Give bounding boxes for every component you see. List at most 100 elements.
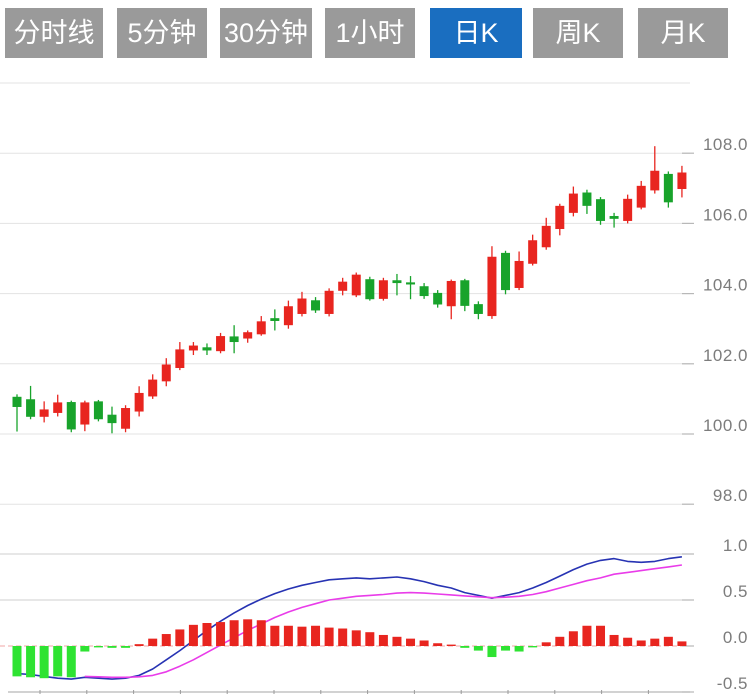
candle-body [243, 332, 252, 338]
macd-bar [582, 626, 591, 646]
candle-body [67, 402, 76, 429]
candle-body [230, 336, 239, 342]
candle-body [596, 199, 605, 221]
candle-body [26, 399, 35, 417]
price-axis-label: 98.0 [713, 486, 748, 505]
candle-body [528, 240, 537, 264]
candle-body [121, 408, 130, 429]
macd-bar [80, 646, 89, 652]
price-axis-label: 102.0 [703, 346, 748, 365]
macd-bar [94, 646, 103, 647]
macd-bar [501, 646, 510, 651]
macd-panel: 1.00.50.0-0.5 [0, 536, 748, 694]
candle-body [487, 257, 496, 316]
macd-bar [175, 629, 184, 646]
macd-bar [474, 646, 483, 651]
candle-body [392, 280, 401, 283]
candle-body [13, 397, 22, 407]
macd-bar [189, 625, 198, 646]
macd-bar [53, 646, 62, 676]
macd-bar [650, 639, 659, 646]
candle-body [582, 193, 591, 206]
candle-body [135, 393, 144, 412]
macd-bar [420, 640, 429, 646]
macd-bar [13, 646, 22, 676]
chart-canvas[interactable]: 108.0106.0104.0102.0100.098.01.00.50.0-0… [0, 0, 755, 694]
candle-body [162, 365, 171, 382]
dea-line [85, 565, 682, 677]
candle-body [365, 279, 374, 299]
macd-bar [325, 628, 334, 646]
macd-bar [528, 646, 537, 647]
macd-bar [610, 635, 619, 646]
macd-bar [338, 629, 347, 646]
price-axis-label: 106.0 [703, 205, 748, 224]
macd-histogram [13, 619, 687, 678]
candle-body [379, 280, 388, 299]
candle-body [338, 282, 347, 291]
macd-bar [202, 623, 211, 646]
macd-bar [664, 637, 673, 646]
candle-body [623, 199, 632, 221]
candle-body [216, 336, 225, 351]
candle-body [610, 216, 619, 219]
candle-body [650, 171, 659, 191]
candle-body [257, 321, 266, 334]
candle-body [664, 174, 673, 202]
macd-bar [162, 634, 171, 646]
macd-bar [460, 646, 469, 648]
candle-body [569, 194, 578, 213]
macd-bar [596, 626, 605, 646]
candle-body [80, 402, 89, 424]
candle-body [420, 286, 429, 296]
candle-body [406, 282, 415, 284]
macd-bar [311, 626, 320, 646]
candle-body [352, 275, 361, 296]
candle-body [94, 401, 103, 419]
macd-bar [447, 645, 456, 646]
candle-body [637, 186, 646, 208]
kline-app: 分时线 5分钟 30分钟 1小时 日K 周K 月K 108.0106.0104.… [0, 0, 755, 694]
candle-body [555, 206, 564, 229]
candle-body [447, 281, 456, 306]
macd-bar [26, 646, 35, 677]
macd-bar [243, 619, 252, 646]
candle-body [284, 306, 293, 325]
macd-bar [677, 641, 686, 646]
macd-bar [637, 640, 646, 646]
macd-bar [515, 646, 524, 652]
candle-body [501, 253, 510, 290]
macd-bar [67, 646, 76, 677]
macd-bar [433, 643, 442, 646]
macd-bar [270, 626, 279, 646]
candle-body [270, 318, 279, 321]
macd-axis-label: 0.5 [723, 582, 748, 601]
macd-bar [406, 639, 415, 646]
candle-body [40, 409, 49, 416]
macd-bar [392, 637, 401, 646]
macd-bar [107, 646, 116, 648]
macd-bar [257, 620, 266, 646]
macd-bar [352, 630, 361, 646]
macd-axis-label: 1.0 [723, 536, 748, 555]
macd-bar [542, 642, 551, 646]
macd-bar [216, 622, 225, 646]
candle-body [297, 299, 306, 314]
macd-bar [555, 637, 564, 646]
candle-body [460, 280, 469, 306]
candle-body [515, 261, 524, 288]
price-axis-label: 104.0 [703, 276, 748, 295]
price-axis-label: 108.0 [703, 135, 748, 154]
macd-bar [365, 632, 374, 646]
macd-bar [623, 638, 632, 646]
dif-line [17, 557, 682, 679]
candle-body [325, 291, 334, 314]
macd-bar [379, 635, 388, 646]
macd-bar [40, 646, 49, 678]
candle-body [189, 346, 198, 351]
macd-bar [135, 644, 144, 646]
candle-body [677, 173, 686, 189]
candle-body [202, 347, 211, 350]
candle-body [175, 349, 184, 368]
macd-bar [487, 646, 496, 657]
